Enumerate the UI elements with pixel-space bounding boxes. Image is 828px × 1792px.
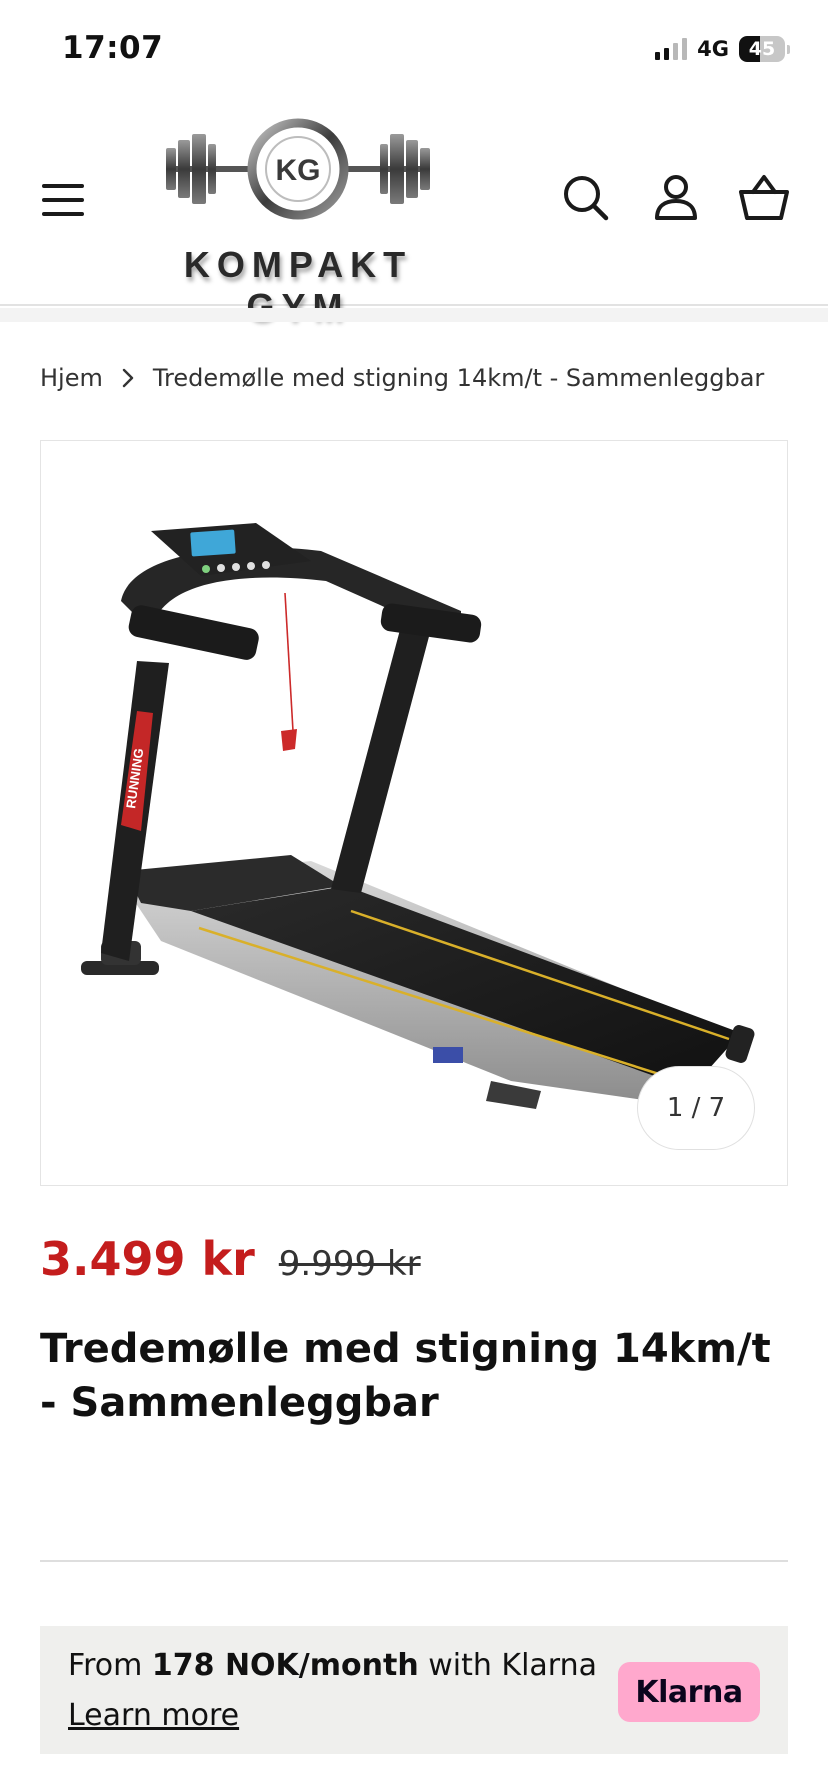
battery-icon: 45 bbox=[739, 36, 790, 62]
sale-price: 3.499 kr bbox=[40, 1232, 255, 1286]
klarna-logo-badge: Klarna bbox=[618, 1662, 760, 1722]
section-divider bbox=[40, 1560, 788, 1562]
klarna-message: From 178 NOK/month with Klarna bbox=[68, 1648, 597, 1683]
cellular-signal-icon bbox=[655, 38, 688, 60]
klarna-promo: From 178 NOK/month with Klarna Learn mor… bbox=[40, 1626, 788, 1754]
gallery-counter: 1 / 7 bbox=[637, 1066, 755, 1150]
breadcrumb: Hjem Tredemølle med stigning 14km/t - Sa… bbox=[40, 364, 764, 392]
chevron-right-icon bbox=[122, 368, 134, 388]
search-button[interactable] bbox=[560, 172, 612, 224]
hamburger-menu-icon bbox=[42, 184, 84, 188]
network-type: 4G bbox=[697, 37, 729, 61]
compare-at-price: 9.999 kr bbox=[278, 1244, 421, 1284]
klarna-learn-more-link[interactable]: Learn more bbox=[68, 1698, 239, 1733]
search-icon bbox=[564, 176, 609, 221]
brand-logo[interactable]: KG KOMPAKT GYM bbox=[128, 110, 468, 327]
basket-icon bbox=[739, 175, 789, 220]
account-icon bbox=[655, 175, 697, 220]
klarna-suffix: with Klarna bbox=[428, 1648, 598, 1683]
breadcrumb-home-link[interactable]: Hjem bbox=[40, 364, 103, 392]
battery-level: 45 bbox=[748, 38, 776, 60]
header-divider-strip bbox=[0, 308, 828, 322]
breadcrumb-current: Tredemølle med stigning 14km/t - Sammenl… bbox=[152, 364, 765, 392]
status-bar: 17:07 4G 45 bbox=[0, 0, 828, 100]
status-time: 17:07 bbox=[62, 30, 164, 66]
cart-button[interactable] bbox=[738, 172, 790, 224]
account-button[interactable] bbox=[650, 172, 702, 224]
product-gallery[interactable]: RUNNING 1 / 7 bbox=[40, 440, 788, 1186]
klarna-prefix: From bbox=[68, 1648, 143, 1683]
logo-monogram: KG bbox=[276, 154, 321, 187]
price-row: 3.499 kr 9.999 kr bbox=[40, 1232, 421, 1286]
status-indicators: 4G 45 bbox=[655, 34, 790, 64]
klarna-amount: 178 NOK/month bbox=[151, 1648, 419, 1683]
product-title: Tredemølle med stigning 14km/t - Sammenl… bbox=[40, 1326, 771, 1426]
barbell-logo-icon: KG bbox=[166, 118, 430, 220]
site-header: KG KOMPAKT GYM bbox=[0, 100, 828, 327]
menu-button[interactable] bbox=[42, 182, 86, 218]
